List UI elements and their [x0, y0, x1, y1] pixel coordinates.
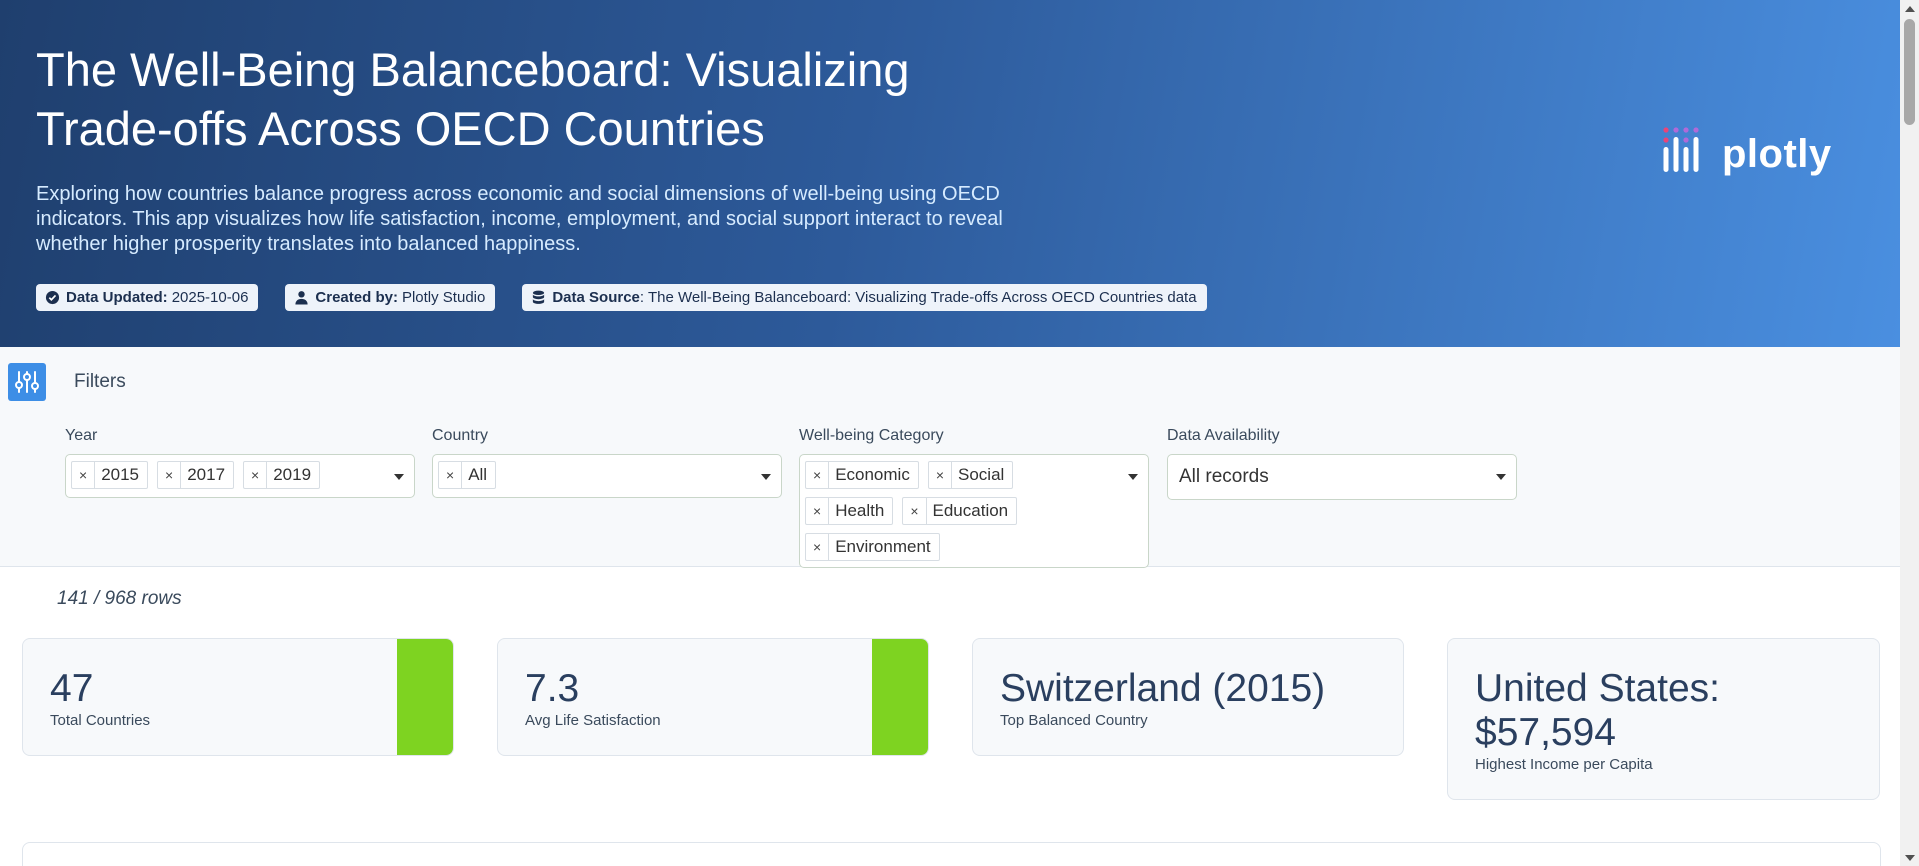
kpi-card-total-countries: 47 Total Countries: [22, 638, 454, 756]
kpi-value: United States: $57,594: [1475, 667, 1720, 754]
page-title: The Well-Being Balanceboard: Visualizing…: [36, 43, 910, 155]
created-by-badge: Created by: Plotly Studio: [285, 284, 496, 311]
arrow-up-icon: [1904, 5, 1915, 12]
availability-filter-label: Data Availability: [1167, 427, 1280, 444]
category-chip: × Economic: [805, 461, 919, 489]
category-filter-label: Well-being Category: [799, 427, 944, 444]
remove-chip-icon[interactable]: ×: [903, 498, 927, 524]
kpi-accent-bar: [872, 639, 928, 755]
header-banner: The Well-Being Balanceboard: Visualizing…: [0, 0, 1900, 347]
kpi-value: 47: [50, 667, 94, 710]
remove-chip-icon[interactable]: ×: [806, 462, 830, 488]
chevron-down-icon[interactable]: [761, 474, 771, 480]
badge-label: Data Source: [552, 289, 640, 306]
kpi-caption: Avg Life Satisfaction: [525, 712, 661, 729]
category-chip: × Health: [805, 497, 894, 525]
kpi-card-highest-income: United States: $57,594 Highest Income pe…: [1447, 638, 1880, 800]
kpi-caption: Highest Income per Capita: [1475, 756, 1653, 773]
country-chip: × All: [438, 461, 497, 489]
category-chip: × Social: [927, 461, 1014, 489]
scroll-up-button[interactable]: [1900, 0, 1919, 17]
kpi-card-avg-life-satisfaction: 7.3 Avg Life Satisfaction: [497, 638, 929, 756]
badge-value: : The Well-Being Balanceboard: Visualizi…: [639, 289, 1197, 306]
country-filter-label: Country: [432, 427, 489, 444]
chevron-down-icon[interactable]: [1128, 474, 1138, 480]
kpi-caption: Top Balanced Country: [1000, 712, 1148, 729]
availability-filter: Data Availability All records: [1167, 427, 1517, 500]
kpi-accent-bar: [397, 639, 453, 755]
remove-chip-icon[interactable]: ×: [158, 462, 182, 488]
availability-selected-value: All records: [1179, 466, 1269, 487]
kpi-value: 7.3: [525, 667, 580, 710]
year-chip: × 2017: [157, 461, 235, 489]
remove-chip-icon[interactable]: ×: [806, 498, 830, 524]
remove-chip-icon[interactable]: ×: [72, 462, 96, 488]
filters-label: Filters: [74, 371, 126, 392]
kpi-value: Switzerland (2015): [1000, 667, 1326, 710]
remove-chip-icon[interactable]: ×: [244, 462, 268, 488]
category-filter: Well-being Category × Economic × Social × H…: [799, 427, 1149, 568]
arrow-down-icon: [1904, 854, 1915, 861]
kpi-card-top-balanced-country: Switzerland (2015) Top Balanced Country: [972, 638, 1404, 756]
plotly-logo: plotly: [1662, 124, 1832, 174]
badge-value: 2025-10-06: [171, 289, 249, 306]
badge-label: Data Updated:: [66, 289, 168, 306]
kpi-caption: Total Countries: [50, 712, 151, 729]
check-circle-icon: [45, 290, 60, 305]
badge-label: Created by:: [315, 289, 398, 306]
user-icon: [295, 291, 309, 305]
year-dropdown[interactable]: × 2015 × 2017 × 2019: [65, 454, 415, 498]
availability-dropdown[interactable]: All records: [1167, 454, 1517, 500]
filters-panel: Filters Year × 2015 × 2017 × 2019 Country ×…: [0, 347, 1900, 568]
badge-value: Plotly Studio: [401, 289, 486, 306]
badge-row: Data Updated: 2025-10-06 Created by: Plo…: [36, 284, 1207, 311]
country-dropdown[interactable]: × All: [432, 454, 782, 498]
chevron-down-icon[interactable]: [1496, 474, 1506, 480]
category-chip: × Environment: [805, 533, 940, 561]
filter-toggle-button[interactable]: [8, 363, 46, 401]
year-filter-label: Year: [65, 427, 98, 444]
chevron-down-icon[interactable]: [394, 474, 404, 480]
row-count: 141 / 968 rows: [57, 588, 182, 609]
database-icon: [533, 290, 545, 304]
remove-chip-icon[interactable]: ×: [929, 462, 953, 488]
year-chip: × 2015: [71, 461, 149, 489]
vertical-scrollbar[interactable]: [1900, 0, 1919, 866]
data-source-badge: Data Source : The Well-Being Balanceboar…: [522, 284, 1207, 311]
remove-chip-icon[interactable]: ×: [806, 534, 830, 560]
plotly-logo-text: plotly: [1722, 132, 1832, 176]
page-subtitle: Exploring how countries balance progress…: [36, 183, 1003, 255]
scroll-down-button[interactable]: [1900, 849, 1919, 866]
country-filter: Country × All: [432, 427, 782, 498]
remove-chip-icon[interactable]: ×: [439, 462, 463, 488]
year-filter: Year × 2015 × 2017 × 2019: [65, 427, 415, 498]
sliders-icon: [15, 371, 39, 393]
chart-card: [22, 842, 1881, 866]
plotly-logo-icon: [1663, 127, 1699, 172]
scroll-thumb[interactable]: [1904, 19, 1915, 125]
year-chip: × 2019: [243, 461, 321, 489]
category-chip: × Education: [902, 497, 1018, 525]
category-dropdown[interactable]: × Economic × Social × Health × Education × En…: [799, 454, 1149, 568]
data-updated-badge: Data Updated: 2025-10-06: [36, 284, 259, 311]
